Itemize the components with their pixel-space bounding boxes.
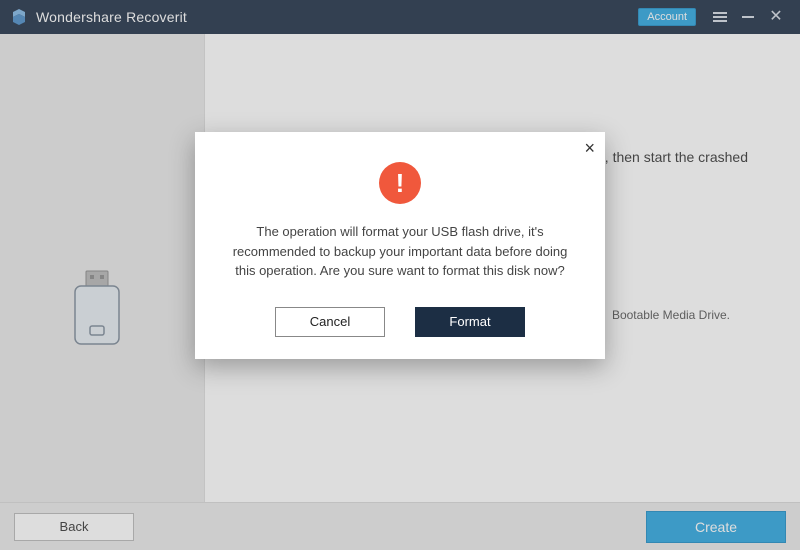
format-button[interactable]: Format: [415, 307, 525, 337]
app-window: Wondershare Recoverit Account ✕ rive, th…: [0, 0, 800, 550]
modal-overlay: × ! The operation will format your USB f…: [0, 0, 800, 550]
dialog-message: The operation will format your USB flash…: [229, 222, 571, 281]
cancel-button[interactable]: Cancel: [275, 307, 385, 337]
format-confirm-dialog: × ! The operation will format your USB f…: [195, 132, 605, 359]
close-icon[interactable]: ×: [584, 138, 595, 159]
warning-icon: !: [379, 162, 421, 204]
dialog-button-row: Cancel Format: [219, 307, 581, 337]
